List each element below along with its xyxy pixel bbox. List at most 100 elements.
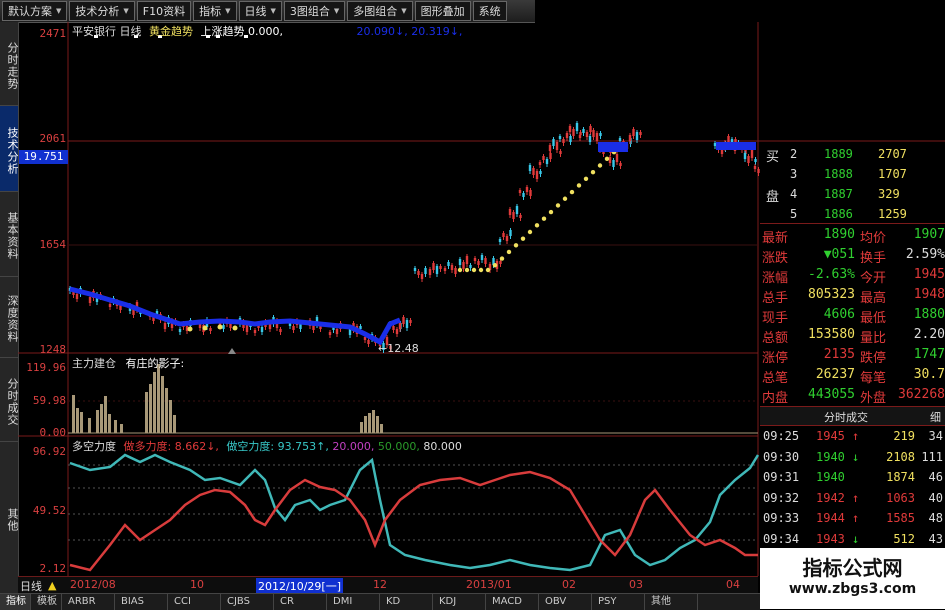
- indicator-value-2: 20.090↓, 20.319↓,: [356, 25, 463, 38]
- quote-label: 量比: [860, 331, 887, 346]
- candle-body: [435, 266, 439, 274]
- volume-bar: [368, 413, 371, 433]
- candle-body: [747, 156, 750, 163]
- indicator-tab[interactable]: 指标: [0, 594, 31, 610]
- indicator-tab[interactable]: CR: [274, 594, 327, 610]
- candle-body: [417, 271, 420, 275]
- volume-axis-label: 59.98: [32, 394, 66, 407]
- candle-body: [635, 132, 639, 140]
- date-label: 12: [373, 578, 387, 591]
- candle-body: [443, 268, 447, 271]
- quote-label: 每笔: [860, 371, 887, 386]
- tick-price: 1945: [816, 429, 845, 443]
- candle-body: [432, 263, 435, 270]
- volume-bar: [120, 424, 123, 433]
- tick-time: 09:30: [763, 449, 800, 464]
- quote-label: 内盘: [762, 391, 789, 406]
- indicator-tab[interactable]: KDJ: [433, 594, 486, 610]
- indicator-name: 黄金趋势: [149, 25, 193, 38]
- quote-value: 2135: [823, 347, 855, 362]
- trend-dot: [520, 236, 526, 241]
- candle-body: [222, 325, 225, 329]
- quote-panel: 买 盘 2 1889 2707 3 1888 1707 4 1887 329 5 1886 1259 …: [760, 142, 945, 595]
- tick-row[interactable]: 09:30 1940 ↓ 2108 111: [760, 448, 945, 468]
- bear-value: 93.753↑,: [277, 440, 329, 453]
- indicator-tab[interactable]: CJBS: [221, 594, 274, 610]
- candle-body: [512, 212, 515, 219]
- quote-row: 最新 1890 均价 1907: [760, 225, 945, 246]
- order-book-row[interactable]: 3 1888 1707: [760, 164, 945, 184]
- watermark: 指标公式网 www.zbgs3.com: [760, 548, 945, 609]
- order-volume: 1707: [878, 167, 907, 181]
- candle-body: [484, 258, 487, 264]
- date-label: 04: [726, 578, 740, 591]
- trend-dot: [232, 325, 238, 331]
- trend-dot: [576, 183, 582, 188]
- trend-dot: [471, 267, 477, 273]
- indicator-tab[interactable]: CCI: [168, 594, 221, 610]
- quote-value: 2.20: [913, 327, 945, 342]
- candle-body: [292, 326, 295, 330]
- indicator-tab[interactable]: BIAS: [115, 594, 168, 610]
- candle-body: [458, 259, 462, 265]
- indicator-tab[interactable]: DMI: [327, 594, 380, 610]
- volume-bar: [72, 395, 75, 433]
- tick-row[interactable]: 09:31 1940 1874 46: [760, 468, 945, 488]
- volume-bar: [360, 422, 363, 433]
- tick-count: 111: [921, 449, 943, 464]
- indicator-tab[interactable]: PSY: [592, 594, 645, 610]
- tick-row[interactable]: 09:33 1944 ↑ 1585 48: [760, 509, 945, 529]
- quote-label: 最新: [762, 231, 789, 246]
- order-book-row[interactable]: 5 1886 1259: [760, 204, 945, 224]
- candle-body: [498, 239, 502, 242]
- price-axis-label: 1654: [39, 238, 67, 251]
- level-80: 80.000: [423, 440, 462, 453]
- candle-body: [260, 327, 264, 332]
- tick-volume: 1585: [886, 511, 915, 525]
- ticks-header[interactable]: 分时成交 细: [760, 406, 945, 426]
- tick-count: 43: [928, 531, 943, 546]
- quote-row: 涨停 2135 跌停 1747: [760, 345, 945, 366]
- indicator-tab[interactable]: KD: [380, 594, 433, 610]
- order-book-row[interactable]: 4 1887 329: [760, 184, 945, 204]
- trend-dot: [527, 229, 533, 235]
- candle-body: [569, 136, 572, 142]
- ticks-detail[interactable]: 细: [930, 409, 941, 425]
- tick-row[interactable]: 09:32 1942 ↑ 1063 40: [760, 489, 945, 509]
- indicator-tab[interactable]: ARBR: [62, 594, 115, 610]
- volume-bar: [161, 376, 164, 433]
- volume-bar: [165, 388, 168, 433]
- tick-row[interactable]: 09:25 1945 ↑ 219 34: [760, 427, 945, 447]
- candle-body: [465, 256, 469, 264]
- tick-row[interactable]: 09:34 1943 ↓ 512 43: [760, 530, 945, 550]
- candle-body: [398, 323, 402, 329]
- candle-body: [279, 329, 282, 332]
- volume-pane-title: 主力建仓: [72, 357, 116, 370]
- indicator-tab[interactable]: MACD: [486, 594, 539, 610]
- candle-body: [754, 159, 757, 162]
- indicator-tab[interactable]: OBV: [539, 594, 592, 610]
- candle-body: [585, 132, 589, 137]
- volume-bar: [96, 410, 99, 433]
- price-axis-label: 2061: [39, 132, 67, 145]
- tick-price: 1940: [816, 449, 845, 464]
- candle-body: [402, 317, 405, 324]
- date-label: 03: [629, 578, 643, 591]
- candle-body: [392, 326, 395, 330]
- candle-body: [528, 165, 532, 171]
- quote-value: 1945: [913, 267, 945, 282]
- candle-body: [447, 262, 450, 266]
- quote-value: 1948: [913, 287, 945, 302]
- indicator-tab[interactable]: 其他: [645, 594, 698, 610]
- indicator-tab[interactable]: 模板: [31, 594, 62, 610]
- quote-label: 换手: [860, 251, 887, 266]
- candle-body: [367, 340, 370, 344]
- candle-body: [529, 190, 532, 196]
- tick-direction-icon: ↑: [852, 429, 860, 443]
- candle-body: [518, 190, 522, 193]
- tick-time: 09:34: [763, 531, 800, 546]
- tick-count: 46: [928, 470, 943, 484]
- candle-body: [575, 123, 579, 131]
- price-axis-label: 1248: [39, 343, 67, 356]
- order-book-row[interactable]: 2 1889 2707: [760, 144, 945, 164]
